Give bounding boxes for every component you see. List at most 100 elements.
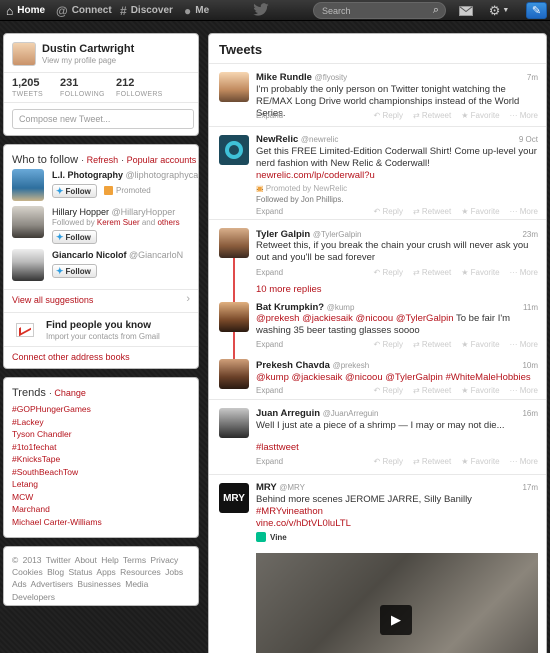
reply-button[interactable]: ↶ Reply [374,457,403,466]
favorite-button[interactable]: ★ Favorite [461,111,499,120]
trend-item[interactable]: #GOPHungerGames [12,403,102,416]
retweet-button[interactable]: ⇄ Retweet [413,207,451,216]
search-input[interactable]: Search ⌕ [313,2,446,19]
profile-name[interactable]: Dustin Cartwright [42,43,134,55]
reply-button[interactable]: ↶ Reply [374,386,403,395]
nav-discover[interactable]: # Discover [120,0,173,21]
tweet-timestamp[interactable]: 17m [522,483,538,492]
tweet-author[interactable]: Bat Krumpkin? @kump [256,302,354,313]
trend-item[interactable]: Letang [12,478,102,491]
expand-link[interactable]: Expand [256,386,283,395]
compose-tweet-input[interactable]: Compose new Tweet... [12,109,194,129]
favorite-button[interactable]: ★ Favorite [461,386,499,395]
avatar[interactable] [219,228,249,258]
favorite-button[interactable]: ★ Favorite [461,340,499,349]
expand-link[interactable]: Expand [256,207,283,216]
avatar[interactable] [219,408,249,438]
avatar[interactable] [219,302,249,332]
tweet[interactable]: NewRelic @newrelic 9 Oct Get this FREE L… [209,126,546,219]
vine-attribution[interactable]: Vine [256,532,287,542]
tweet[interactable]: Juan Arreguin @JuanArreguin 16m Well I j… [209,399,546,474]
hashtag-link[interactable]: #lasttweet [256,442,299,453]
more-button[interactable]: ··· More [510,386,538,395]
more-button[interactable]: ··· More [510,268,538,277]
more-button[interactable]: ··· More [510,111,538,120]
more-button[interactable]: ··· More [510,340,538,349]
suggestion-name[interactable]: L.I. Photography [52,170,123,180]
tweet-timestamp[interactable]: 9 Oct [519,135,538,144]
expand-link[interactable]: Expand [256,340,283,349]
favorite-button[interactable]: ★ Favorite [461,207,499,216]
tweet-link[interactable]: newrelic.com/lp/coderwall?u [256,170,375,181]
twitter-bird-icon[interactable] [252,3,270,17]
tweet-author[interactable]: NewRelic @newrelic [256,134,338,145]
nav-me[interactable]: ● Me [184,0,209,21]
retweet-button[interactable]: ⇄ Retweet [413,457,451,466]
suggestion-name[interactable]: Giancarlo Nicolof [52,250,127,260]
avatar[interactable] [219,359,249,389]
trend-item[interactable]: #1to1fechat [12,441,102,454]
trend-item[interactable]: Tyson Chandler [12,428,102,441]
tweet-mentions[interactable]: @kump @jackiesaik @nicoou @TylerGalpin #… [256,372,531,383]
reply-button[interactable]: ↶ Reply [374,268,403,277]
retweet-button[interactable]: ⇄ Retweet [413,386,451,395]
chevron-right-icon[interactable]: › [186,293,190,305]
stat-followers[interactable]: 212 FOLLOWERS [116,77,163,98]
tweet-author[interactable]: Tyler Galpin @TylerGalpin [256,229,361,240]
trend-item[interactable]: #KnicksTape [12,453,102,466]
expand-link[interactable]: Expand [256,457,283,466]
suggestion-name[interactable]: Hillary Hopper [52,207,109,217]
messages-icon[interactable] [456,2,476,19]
avatar[interactable] [12,206,44,238]
more-replies-link[interactable]: 10 more replies [256,284,321,295]
expand-link[interactable]: Expand [256,111,283,120]
tweet-timestamp[interactable]: 10m [522,361,538,370]
avatar[interactable] [12,169,44,201]
trend-item[interactable]: Michael Carter-Williams [12,516,102,529]
footer-links[interactable]: © 2013 Twitter About Help Terms Privacy … [12,554,194,603]
retweet-button[interactable]: ⇄ Retweet [413,111,451,120]
change-trends-link[interactable]: Change [54,388,86,398]
view-profile-link[interactable]: View my profile page [42,56,116,65]
play-icon[interactable]: ▶ [380,605,412,635]
hashtag-link[interactable]: #MRYvineathon [256,506,323,517]
tweet-mentions[interactable]: @prekesh @jackiesaik @nicoou @TylerGalpi… [256,313,454,324]
avatar[interactable] [12,42,36,66]
tweet[interactable]: MRY MRY @MRY 17m Behind more scenes JERO… [209,474,546,653]
followed-by-others[interactable]: others [157,218,179,227]
nav-home[interactable]: ⌂ Home [6,0,45,21]
connect-address-books-link[interactable]: Connect other address books [12,352,130,362]
trend-item[interactable]: #Lackey [12,416,102,429]
retweet-button[interactable]: ⇄ Retweet [413,268,451,277]
favorite-button[interactable]: ★ Favorite [461,457,499,466]
favorite-button[interactable]: ★ Favorite [461,268,499,277]
find-people-title[interactable]: Find people you know [46,320,151,331]
tweet-link[interactable]: vine.co/v/hDtVL0luLTL [256,518,351,529]
retweet-button[interactable]: ⇄ Retweet [413,340,451,349]
avatar[interactable] [219,135,249,165]
view-all-suggestions-link[interactable]: View all suggestions [12,295,93,305]
trend-item[interactable]: #SouthBeachTow [12,466,102,479]
tweet-author[interactable]: Mike Rundle @flyosity [256,72,347,83]
follow-button[interactable]: ✦ Follow [52,184,97,198]
avatar[interactable] [219,72,249,102]
gmail-icon[interactable] [16,323,34,337]
tweet[interactable]: Mike Rundle @flyosity 7m I'm probably th… [209,63,546,126]
more-button[interactable]: ··· More [510,207,538,216]
tweet-author[interactable]: Juan Arreguin @JuanArreguin [256,408,378,419]
tweet-author[interactable]: Prekesh Chavda @prekesh [256,360,369,371]
tweet-timestamp[interactable]: 23m [522,230,538,239]
tweet-timestamp[interactable]: 7m [527,73,538,82]
expand-link[interactable]: Expand [256,268,283,277]
trend-item[interactable]: Marchand [12,503,102,516]
reply-button[interactable]: ↶ Reply [374,111,403,120]
tweet-author[interactable]: MRY @MRY [256,482,305,493]
popular-accounts-link[interactable]: Popular accounts [127,155,197,165]
follow-button[interactable]: ✦ Follow [52,264,97,278]
reply-button[interactable]: ↶ Reply [374,207,403,216]
avatar[interactable]: MRY [219,483,249,513]
tweet-timestamp[interactable]: 16m [522,409,538,418]
more-button[interactable]: ··· More [510,457,538,466]
refresh-link[interactable]: Refresh [87,155,119,165]
tweet-timestamp[interactable]: 11m [523,303,538,312]
